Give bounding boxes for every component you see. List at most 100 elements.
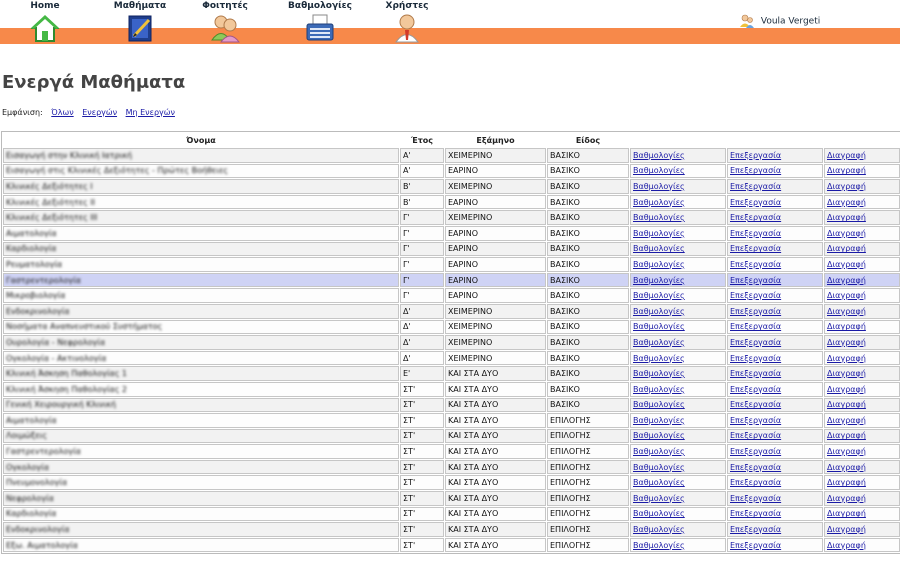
edit-link[interactable]: Επεξεργασία: [730, 400, 781, 409]
delete-link[interactable]: Διαγραφή: [827, 447, 866, 456]
delete-link[interactable]: Διαγραφή: [827, 291, 866, 300]
grades-cell: Βαθμολογίες: [630, 210, 726, 225]
edit-link[interactable]: Επεξεργασία: [730, 276, 781, 285]
grades-link[interactable]: Βαθμολογίες: [633, 151, 685, 160]
edit-link[interactable]: Επεξεργασία: [730, 463, 781, 472]
delete-link[interactable]: Διαγραφή: [827, 276, 866, 285]
filter-active-link[interactable]: Ενεργών: [82, 108, 117, 117]
edit-link[interactable]: Επεξεργασία: [730, 338, 781, 347]
grades-link[interactable]: Βαθμολογίες: [633, 276, 685, 285]
grades-link[interactable]: Βαθμολογίες: [633, 244, 685, 253]
grades-link[interactable]: Βαθμολογίες: [633, 541, 685, 550]
delete-link[interactable]: Διαγραφή: [827, 229, 866, 238]
edit-link[interactable]: Επεξεργασία: [730, 291, 781, 300]
delete-link[interactable]: Διαγραφή: [827, 463, 866, 472]
grades-link[interactable]: Βαθμολογίες: [633, 182, 685, 191]
grades-link[interactable]: Βαθμολογίες: [633, 291, 685, 300]
grades-link[interactable]: Βαθμολογίες: [633, 322, 685, 331]
edit-cell: Επεξεργασία: [727, 381, 823, 397]
delete-link[interactable]: Διαγραφή: [827, 416, 866, 425]
course-type: ΕΠΙΛΟΓΗΣ: [547, 413, 629, 428]
nav-users-label: Χρήστες: [385, 1, 429, 11]
current-user[interactable]: Voula Vergeti: [740, 14, 820, 28]
delete-link[interactable]: Διαγραφή: [827, 369, 866, 378]
delete-link[interactable]: Διαγραφή: [827, 525, 866, 534]
delete-link[interactable]: Διαγραφή: [827, 322, 866, 331]
edit-link[interactable]: Επεξεργασία: [730, 307, 781, 316]
delete-link[interactable]: Διαγραφή: [827, 244, 866, 253]
edit-link[interactable]: Επεξεργασία: [730, 509, 781, 518]
edit-link[interactable]: Επεξεργασία: [730, 229, 781, 238]
delete-link[interactable]: Διαγραφή: [827, 541, 866, 550]
nav-home[interactable]: Home: [10, 0, 80, 43]
grades-link[interactable]: Βαθμολογίες: [633, 229, 685, 238]
edit-link[interactable]: Επεξεργασία: [730, 478, 781, 487]
course-type: ΒΑΣΙΚΟ: [547, 179, 629, 194]
course-type: ΕΠΙΛΟΓΗΣ: [547, 444, 629, 459]
grades-link[interactable]: Βαθμολογίες: [633, 166, 685, 175]
grades-link[interactable]: Βαθμολογίες: [633, 478, 685, 487]
grades-link[interactable]: Βαθμολογίες: [633, 494, 685, 503]
edit-link[interactable]: Επεξεργασία: [730, 198, 781, 207]
table-row: Νοσήματα Αναπνευστικού Συστήματος Δ' ΧΕΙΜΕ…: [3, 319, 900, 335]
nav-students[interactable]: Φοιτητές: [190, 0, 260, 43]
delete-cell: Διαγραφή: [824, 148, 900, 163]
delete-link[interactable]: Διαγραφή: [827, 338, 866, 347]
delete-link[interactable]: Διαγραφή: [827, 400, 866, 409]
grades-link[interactable]: Βαθμολογίες: [633, 354, 685, 363]
delete-link[interactable]: Διαγραφή: [827, 166, 866, 175]
edit-link[interactable]: Επεξεργασία: [730, 354, 781, 363]
grades-link[interactable]: Βαθμολογίες: [633, 509, 685, 518]
filter-inactive-link[interactable]: Μη Ενεργών: [126, 108, 175, 117]
edit-link[interactable]: Επεξεργασία: [730, 166, 781, 175]
course-type: ΕΠΙΛΟΓΗΣ: [547, 428, 629, 444]
delete-link[interactable]: Διαγραφή: [827, 494, 866, 503]
grades-link[interactable]: Βαθμολογίες: [633, 400, 685, 409]
delete-link[interactable]: Διαγραφή: [827, 198, 866, 207]
delete-link[interactable]: Διαγραφή: [827, 213, 866, 222]
delete-link[interactable]: Διαγραφή: [827, 354, 866, 363]
grades-link[interactable]: Βαθμολογίες: [633, 431, 685, 440]
nav-grades[interactable]: Βαθμολογίες: [285, 0, 355, 43]
edit-link[interactable]: Επεξεργασία: [730, 494, 781, 503]
edit-link[interactable]: Επεξεργασία: [730, 322, 781, 331]
filter-all-link[interactable]: Όλων: [51, 108, 73, 117]
grades-link[interactable]: Βαθμολογίες: [633, 198, 685, 207]
delete-link[interactable]: Διαγραφή: [827, 385, 866, 394]
edit-link[interactable]: Επεξεργασία: [730, 369, 781, 378]
grades-link[interactable]: Βαθμολογίες: [633, 463, 685, 472]
nav-users[interactable]: Χρήστες: [372, 0, 442, 43]
edit-link[interactable]: Επεξεργασία: [730, 416, 781, 425]
grades-link[interactable]: Βαθμολογίες: [633, 213, 685, 222]
delete-link[interactable]: Διαγραφή: [827, 431, 866, 440]
edit-link[interactable]: Επεξεργασία: [730, 213, 781, 222]
grades-link[interactable]: Βαθμολογίες: [633, 369, 685, 378]
edit-link[interactable]: Επεξεργασία: [730, 431, 781, 440]
edit-link[interactable]: Επεξεργασία: [730, 260, 781, 269]
grades-link[interactable]: Βαθμολογίες: [633, 525, 685, 534]
delete-link[interactable]: Διαγραφή: [827, 509, 866, 518]
edit-link[interactable]: Επεξεργασία: [730, 541, 781, 550]
grades-link[interactable]: Βαθμολογίες: [633, 385, 685, 394]
grades-link[interactable]: Βαθμολογίες: [633, 416, 685, 425]
nav-courses[interactable]: Μαθήματα: [105, 0, 175, 43]
edit-link[interactable]: Επεξεργασία: [730, 447, 781, 456]
grades-link[interactable]: Βαθμολογίες: [633, 260, 685, 269]
edit-link[interactable]: Επεξεργασία: [730, 151, 781, 160]
delete-link[interactable]: Διαγραφή: [827, 182, 866, 191]
edit-link[interactable]: Επεξεργασία: [730, 525, 781, 534]
edit-link[interactable]: Επεξεργασία: [730, 182, 781, 191]
delete-link[interactable]: Διαγραφή: [827, 307, 866, 316]
delete-link[interactable]: Διαγραφή: [827, 478, 866, 487]
grades-link[interactable]: Βαθμολογίες: [633, 447, 685, 456]
delete-cell: Διαγραφή: [824, 491, 900, 506]
course-semester: ΚΑΙ ΣΤΑ ΔΥΟ: [445, 459, 546, 475]
edit-cell: Επεξεργασία: [727, 522, 823, 537]
grades-link[interactable]: Βαθμολογίες: [633, 307, 685, 316]
edit-link[interactable]: Επεξεργασία: [730, 385, 781, 394]
grades-link[interactable]: Βαθμολογίες: [633, 338, 685, 347]
course-semester: ΕΑΡΙΝΟ: [445, 241, 546, 257]
edit-link[interactable]: Επεξεργασία: [730, 244, 781, 253]
delete-link[interactable]: Διαγραφή: [827, 151, 866, 160]
delete-link[interactable]: Διαγραφή: [827, 260, 866, 269]
